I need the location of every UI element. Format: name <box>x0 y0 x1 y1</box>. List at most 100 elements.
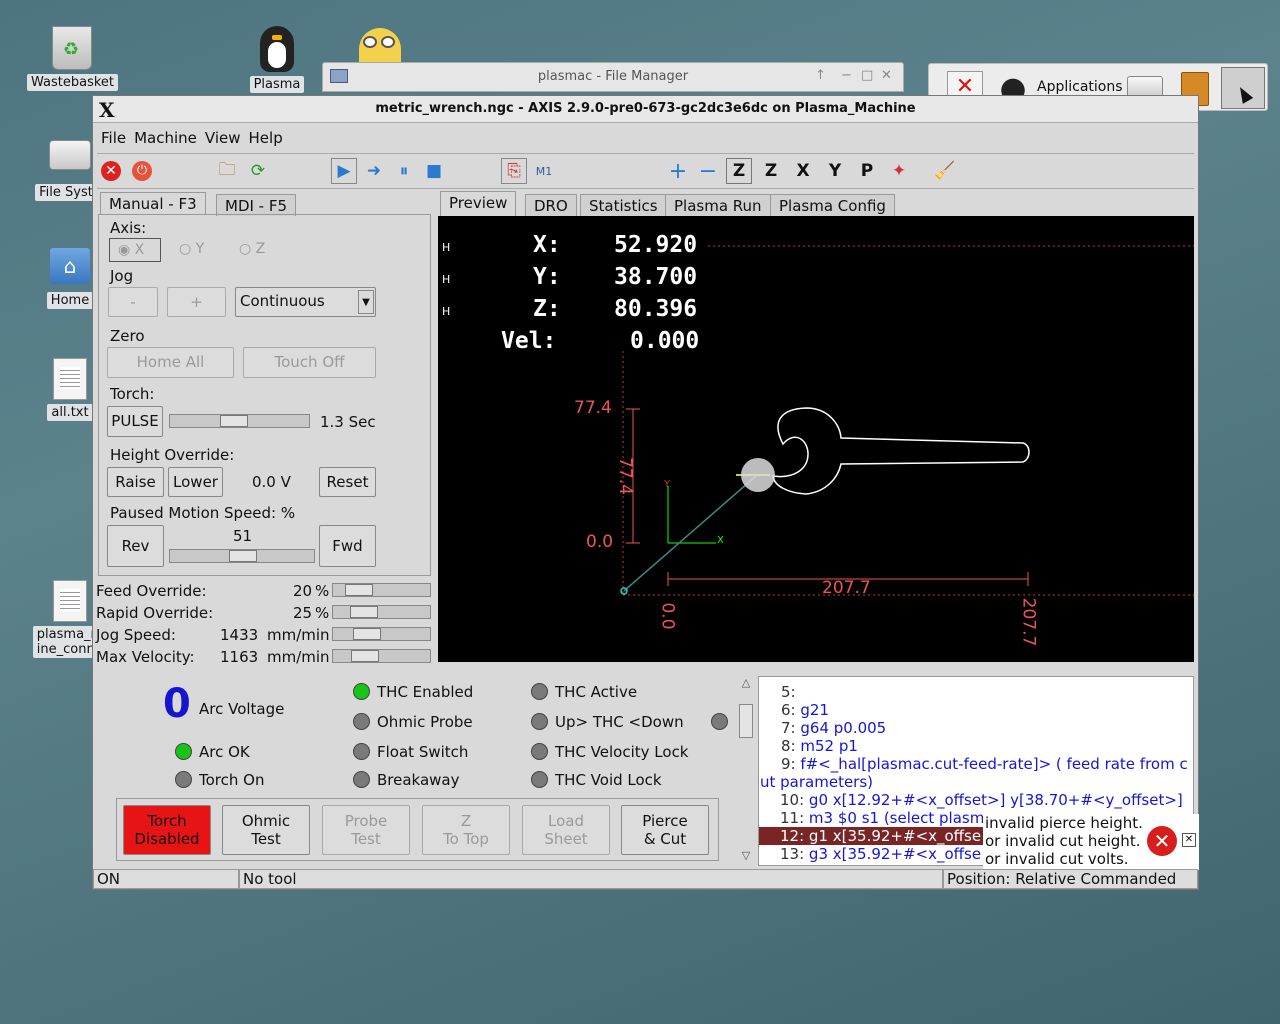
axis-titlebar[interactable]: X metric_wrench.ngc - AXIS 2.9.0-pre0-67… <box>93 96 1198 123</box>
fwd-button[interactable]: Fwd <box>319 525 376 567</box>
jog-label: Jog <box>110 267 134 285</box>
rapid-override-value: 25 <box>293 604 313 622</box>
tab-plasma-config[interactable]: Plasma Config <box>770 194 895 216</box>
ohmic-probe-label: Ohmic Probe <box>377 713 473 731</box>
height-override-value: 0.0 V <box>252 473 291 491</box>
z-to-top-button[interactable]: Z To Top <box>422 805 510 855</box>
rapid-override-slider[interactable] <box>332 605 431 619</box>
view-p-icon[interactable]: P <box>854 158 880 184</box>
jog-minus-button[interactable]: - <box>108 287 158 317</box>
close-icon[interactable]: ✕ <box>881 68 892 83</box>
torch-on-led <box>175 771 192 788</box>
desktop-icon-label: Home <box>46 292 94 309</box>
slider-thumb[interactable] <box>350 606 378 618</box>
gcode-line[interactable]: 8: m52 p1 <box>759 737 1193 755</box>
gcode-line[interactable]: 7: g64 p0.005 <box>759 719 1193 737</box>
torch-disabled-button[interactable]: Torch Disabled <box>123 805 211 855</box>
open-file-icon[interactable]: 🗀 <box>214 158 240 184</box>
home-all-button[interactable]: Home All <box>107 347 234 378</box>
jog-plus-button[interactable]: + <box>167 287 226 317</box>
slider-thumb[interactable] <box>220 415 248 427</box>
applications-label: Applications <box>1037 79 1123 95</box>
tab-dro[interactable]: DRO <box>525 194 577 216</box>
slider-thumb[interactable] <box>353 628 381 640</box>
text-file-icon <box>53 580 87 622</box>
view-y-icon[interactable]: Y <box>822 158 848 184</box>
run-icon[interactable]: ▶ <box>331 158 357 184</box>
probe-test-button[interactable]: Probe Test <box>322 805 410 855</box>
reload-icon[interactable]: ⟳ <box>245 158 271 184</box>
tab-statistics[interactable]: Statistics <box>580 194 667 216</box>
status-state: ON <box>93 869 239 889</box>
menu-machine[interactable]: Machine <box>134 129 197 147</box>
view-x-icon[interactable]: X <box>790 158 816 184</box>
rev-button[interactable]: Rev <box>107 525 164 567</box>
clear-plot-icon[interactable]: 🧹 <box>932 158 958 184</box>
file-manager-window[interactable]: plasmac - File Manager ↑ − □ ✕ <box>322 62 904 92</box>
torch-pulse-slider[interactable] <box>169 414 310 428</box>
tab-plasma-run[interactable]: Plasma Run <box>665 194 771 216</box>
slider-thumb[interactable] <box>351 650 379 662</box>
zoom-out-icon[interactable]: − <box>695 158 721 184</box>
block-delete-icon[interactable]: ⎘ <box>501 158 527 184</box>
scroll-down-icon[interactable]: ▽ <box>738 849 754 862</box>
minimize-icon[interactable]: − <box>841 68 852 83</box>
button-line-2: Test <box>251 830 281 848</box>
raise-button[interactable]: Raise <box>107 467 164 497</box>
optional-stop-icon[interactable]: M1 <box>531 158 557 184</box>
view-z-icon[interactable]: Z <box>726 158 752 184</box>
gcode-line[interactable]: 6: g21 <box>759 701 1193 719</box>
axis-radio-x[interactable]: ◉ X <box>109 238 161 262</box>
estop-icon[interactable]: ✕ <box>98 158 124 184</box>
menu-bar: File Machine View Help <box>93 124 1198 150</box>
desktop-icon-wastebasket[interactable]: ♻ Wastebasket <box>27 26 119 91</box>
ohmic-test-button[interactable]: Ohmic Test <box>222 805 310 855</box>
gcode-line[interactable]: 10: g0 x[12.92+#<x_offset>] y[38.70+#<y_… <box>759 791 1193 809</box>
max-velocity-slider[interactable] <box>332 649 431 663</box>
tab-mdi[interactable]: MDI - F5 <box>216 194 297 216</box>
maximize-icon[interactable]: □ <box>861 68 873 83</box>
gcode-scrollbar[interactable]: △ ▽ <box>738 676 754 862</box>
lower-button[interactable]: Lower <box>168 467 223 497</box>
stop-icon[interactable]: ■ <box>421 158 447 184</box>
menu-view[interactable]: View <box>205 129 241 147</box>
up-icon[interactable]: ↑ <box>815 68 826 83</box>
jog-speed-label: Jog Speed: <box>96 626 176 644</box>
thc-active-label: THC Active <box>555 683 638 701</box>
pierce-cut-button[interactable]: Pierce & Cut <box>621 805 709 855</box>
feed-override-slider[interactable] <box>332 583 431 597</box>
glasses-face-icon[interactable] <box>359 28 401 62</box>
pause-icon[interactable]: ⏸ <box>391 158 417 184</box>
slider-thumb[interactable] <box>229 550 257 562</box>
menu-help[interactable]: Help <box>249 129 283 147</box>
preview-canvas[interactable]: H H H X: 52.920 Y: 38.700 Z: 80.396 Vel:… <box>438 216 1194 662</box>
desktop-icon-plasma[interactable]: Plasma <box>232 26 322 93</box>
error-close-icon[interactable]: ✕ <box>1182 833 1196 847</box>
thc-enabled-led <box>353 683 370 700</box>
paused-motion-slider[interactable] <box>169 549 315 563</box>
scroll-up-icon[interactable]: △ <box>738 676 754 689</box>
height-reset-button[interactable]: Reset <box>319 467 376 497</box>
touch-off-button[interactable]: Touch Off <box>243 347 376 378</box>
gcode-line[interactable]: 5: <box>759 683 1193 701</box>
axis-radio-y[interactable]: ○ Y <box>179 241 204 257</box>
jog-mode-select[interactable]: Continuous ▼ <box>235 287 376 317</box>
slider-thumb[interactable] <box>345 584 373 596</box>
line-text: g64 p0.005 <box>800 719 887 737</box>
torch-pulse-button[interactable]: PULSE <box>107 406 163 437</box>
menu-file[interactable]: File <box>101 129 126 147</box>
zoom-in-icon[interactable]: + <box>665 158 691 184</box>
step-icon[interactable]: ➜ <box>361 158 387 184</box>
tab-manual[interactable]: Manual - F3 <box>100 192 206 214</box>
load-sheet-button[interactable]: Load Sheet <box>522 805 610 855</box>
gcode-line[interactable]: 9: f#<_hal[plasmac.cut-feed-rate]> ( fee… <box>759 755 1193 773</box>
view-z2-icon[interactable]: Z <box>758 158 784 184</box>
scrollbar-thumb[interactable] <box>739 704 753 738</box>
tab-preview[interactable]: Preview <box>440 191 517 216</box>
axis-radio-z[interactable]: ○ Z <box>239 241 265 257</box>
rotate-view-icon[interactable]: ✦ <box>886 158 912 184</box>
power-icon[interactable]: ⏻ <box>129 158 155 184</box>
jog-speed-slider[interactable] <box>332 627 431 641</box>
error-line: or invalid cut height. <box>985 832 1141 850</box>
gcode-line[interactable]: ut parameters) <box>759 773 1193 791</box>
